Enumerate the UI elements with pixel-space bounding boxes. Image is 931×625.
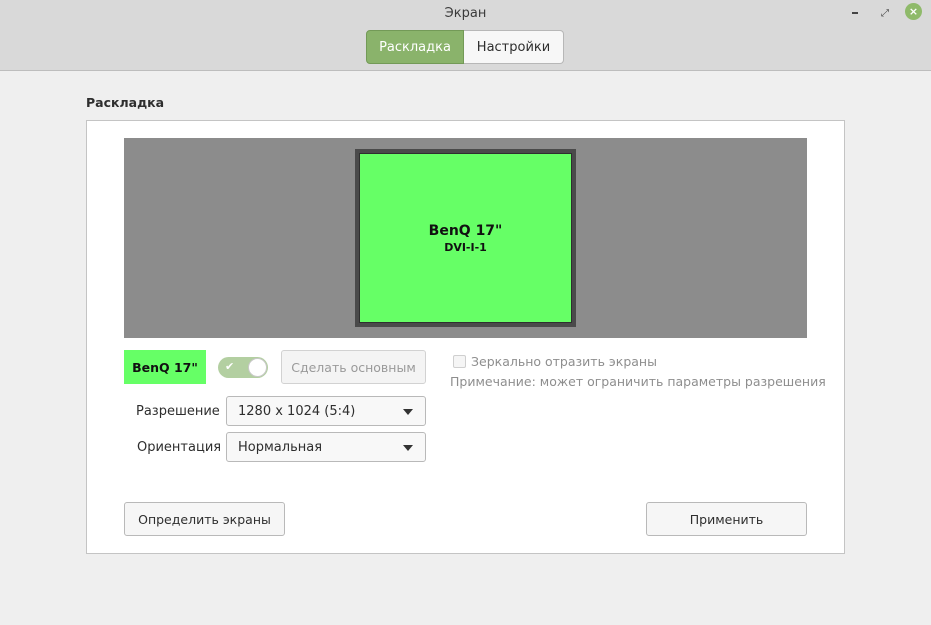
detect-displays-button[interactable]: Определить экраны [124,502,285,536]
resolution-value: 1280 x 1024 (5:4) [238,403,356,419]
apply-button[interactable]: Применить [646,502,807,536]
resolution-select[interactable]: 1280 x 1024 (5:4) [226,396,426,426]
mirror-label: Зеркально отразить экраны [471,354,657,369]
monitor-port: DVI-I-1 [444,240,487,254]
monitor-tile-face: BenQ 17" DVI-I-1 [359,153,572,323]
mirror-note: Примечание: может ограничить параметры р… [450,374,826,389]
chevron-down-icon [403,445,413,451]
tab-bar: Раскладка Настройки [366,30,564,64]
mirror-displays-option[interactable]: Зеркально отразить экраны [453,354,657,369]
display-enabled-toggle[interactable]: ✔ [218,357,268,378]
chevron-down-icon [403,409,413,415]
tab-layout[interactable]: Раскладка [366,30,464,64]
monitor-name: BenQ 17" [428,222,503,239]
toggle-knob [248,358,267,377]
resolution-label: Разрешение [136,404,220,419]
close-icon[interactable]: × [905,3,922,20]
window-title: Экран [444,6,487,21]
orientation-value: Нормальная [238,439,323,455]
set-primary-button[interactable]: Сделать основным [281,350,426,384]
minimize-icon[interactable] [846,4,864,22]
monitor-tile[interactable]: BenQ 17" DVI-I-1 [355,149,576,327]
tab-settings[interactable]: Настройки [464,30,564,64]
mirror-checkbox[interactable] [453,355,466,368]
section-title: Раскладка [86,95,165,110]
orientation-select[interactable]: Нормальная [226,432,426,462]
check-icon: ✔ [225,360,235,373]
display-name-label: BenQ 17" [124,350,206,384]
orientation-label: Ориентация [137,440,222,455]
maximize-icon[interactable]: ⤢ [876,4,894,22]
title-bar: Экран ⤢ × Раскладка Настройки [0,0,931,71]
